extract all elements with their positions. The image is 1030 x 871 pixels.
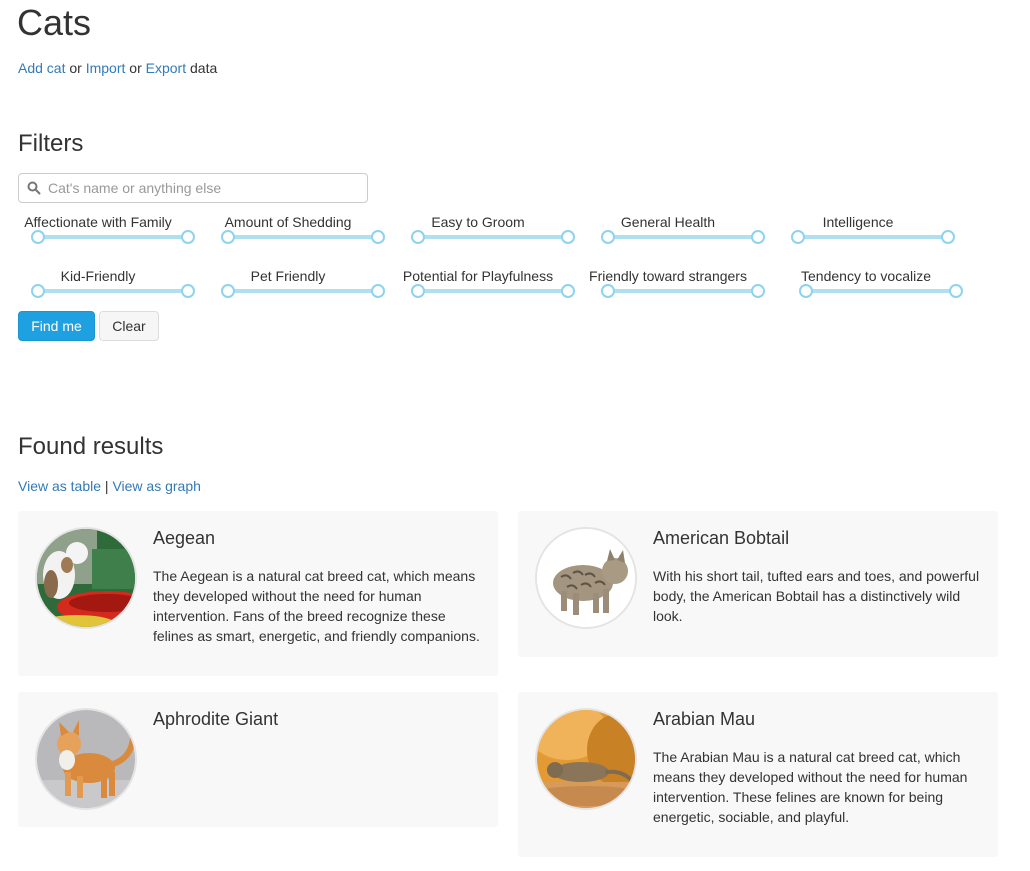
slider-track[interactable]	[608, 289, 758, 293]
slider-track[interactable]	[608, 235, 758, 239]
slider-max-handle[interactable]	[751, 230, 765, 244]
slider-min-handle[interactable]	[411, 284, 425, 298]
cat-photo	[535, 527, 637, 629]
slider-pet-friendly[interactable]: Pet Friendly	[208, 268, 385, 308]
top-links: Add cat or Import or Export data	[18, 60, 217, 76]
clear-button[interactable]: Clear	[99, 311, 159, 341]
view-links: View as table | View as graph	[18, 478, 201, 494]
slider-track[interactable]	[806, 289, 956, 293]
slider-track[interactable]	[38, 235, 188, 239]
cat-card-american-bobtail[interactable]: American Bobtail With his short tail, tu…	[518, 511, 998, 657]
slider-max-handle[interactable]	[561, 230, 575, 244]
add-cat-link[interactable]: Add cat	[18, 60, 65, 76]
cat-photo	[35, 708, 137, 810]
slider-max-handle[interactable]	[941, 230, 955, 244]
slider-max-handle[interactable]	[561, 284, 575, 298]
slider-amount-of-shedding[interactable]: Amount of Shedding	[208, 214, 385, 254]
slider-general-health[interactable]: General Health	[588, 214, 765, 254]
cat-name[interactable]: Aegean	[153, 528, 215, 549]
cat-description: With his short tail, tufted ears and toe…	[653, 568, 980, 624]
slider-max-handle[interactable]	[371, 284, 385, 298]
filters-heading: Filters	[18, 130, 84, 157]
slider-kid-friendly[interactable]: Kid-Friendly	[18, 268, 195, 308]
slider-label: Potential for Playfulness	[402, 268, 554, 284]
slider-max-handle[interactable]	[949, 284, 963, 298]
slider-label: Affectionate with Family	[24, 214, 172, 230]
import-link[interactable]: Import	[86, 60, 126, 76]
slider-min-handle[interactable]	[601, 284, 615, 298]
slider-label: Tendency to vocalize	[801, 268, 931, 284]
slider-max-handle[interactable]	[371, 230, 385, 244]
slider-track[interactable]	[228, 289, 378, 293]
search-field[interactable]	[18, 173, 368, 203]
cat-card-arabian-mau[interactable]: Arabian Mau The Arabian Mau is a natural…	[518, 692, 998, 857]
search-icon	[27, 181, 41, 195]
view-as-table-link[interactable]: View as table	[18, 478, 101, 494]
page-title: Cats	[17, 2, 92, 43]
slider-max-handle[interactable]	[181, 230, 195, 244]
slider-track[interactable]	[418, 235, 568, 239]
search-input[interactable]	[48, 175, 363, 201]
or-text-2: or	[125, 60, 146, 76]
slider-max-handle[interactable]	[181, 284, 195, 298]
slider-min-handle[interactable]	[221, 230, 235, 244]
cat-name[interactable]: American Bobtail	[653, 528, 789, 549]
slider-min-handle[interactable]	[31, 284, 45, 298]
cat-description: The Arabian Mau is a natural cat breed c…	[653, 749, 968, 825]
slider-track[interactable]	[418, 289, 568, 293]
cat-photo	[35, 527, 137, 629]
slider-track[interactable]	[228, 235, 378, 239]
view-separator: |	[101, 478, 113, 494]
results-heading: Found results	[18, 433, 164, 460]
slider-tendency-to-vocalize[interactable]: Tendency to vocalize	[786, 268, 963, 308]
view-as-graph-link[interactable]: View as graph	[112, 478, 200, 494]
slider-label: Intelligence	[822, 214, 894, 230]
find-me-button[interactable]: Find me	[18, 311, 95, 341]
slider-label: General Health	[620, 214, 716, 230]
slider-label: Pet Friendly	[250, 268, 326, 284]
slider-min-handle[interactable]	[221, 284, 235, 298]
slider-min-handle[interactable]	[601, 230, 615, 244]
slider-label: Friendly toward strangers	[589, 268, 747, 284]
slider-min-handle[interactable]	[791, 230, 805, 244]
slider-intelligence[interactable]: Intelligence	[778, 214, 955, 254]
cat-name[interactable]: Arabian Mau	[653, 709, 755, 730]
cat-card-aphrodite-giant[interactable]: Aphrodite Giant	[18, 692, 498, 827]
slider-friendly-toward-strangers[interactable]: Friendly toward strangers	[588, 268, 765, 308]
cat-photo	[535, 708, 637, 810]
cat-description: The Aegean is a natural cat breed cat, w…	[153, 568, 480, 644]
slider-affectionate-with-family[interactable]: Affectionate with Family	[18, 214, 195, 254]
or-text-1: or	[65, 60, 86, 76]
cat-name[interactable]: Aphrodite Giant	[153, 709, 278, 730]
slider-track[interactable]	[798, 235, 948, 239]
slider-track[interactable]	[38, 289, 188, 293]
cat-card-aegean[interactable]: Aegean The Aegean is a natural cat breed…	[18, 511, 498, 676]
slider-label: Kid-Friendly	[60, 268, 136, 284]
slider-easy-to-groom[interactable]: Easy to Groom	[398, 214, 575, 254]
slider-min-handle[interactable]	[799, 284, 813, 298]
data-text: data	[186, 60, 218, 76]
slider-min-handle[interactable]	[31, 230, 45, 244]
slider-label: Easy to Groom	[431, 214, 525, 230]
slider-label: Amount of Shedding	[224, 214, 352, 230]
slider-min-handle[interactable]	[411, 230, 425, 244]
slider-max-handle[interactable]	[751, 284, 765, 298]
slider-potential-for-playfulness[interactable]: Potential for Playfulness	[398, 268, 575, 308]
export-link[interactable]: Export	[146, 60, 186, 76]
